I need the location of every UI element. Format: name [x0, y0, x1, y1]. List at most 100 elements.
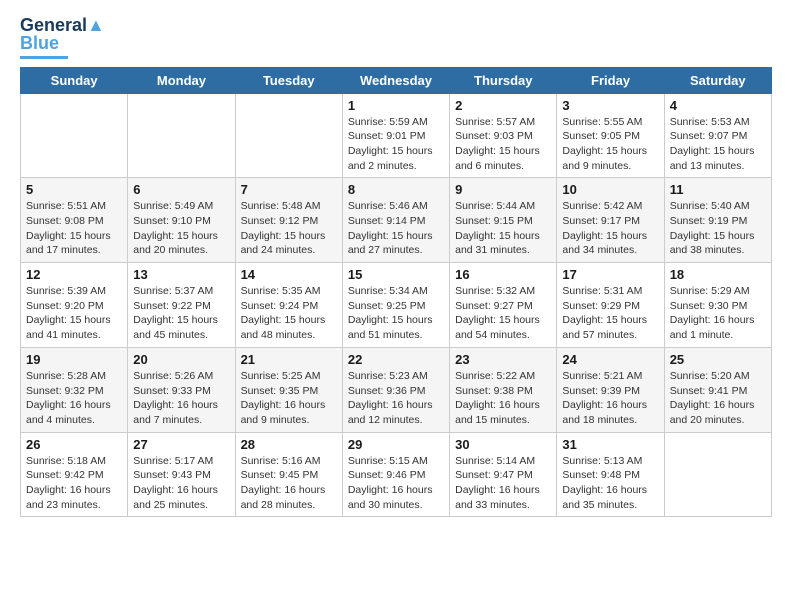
page: General▲ Blue SundayMondayTuesdayWednesd… — [0, 0, 792, 533]
calendar-cell: 23 Sunrise: 5:22 AM Sunset: 9:38 PM Dayli… — [450, 347, 557, 432]
calendar-cell — [664, 432, 771, 517]
calendar-cell: 8 Sunrise: 5:46 AM Sunset: 9:14 PM Daylig… — [342, 178, 449, 263]
calendar-header-row: SundayMondayTuesdayWednesdayThursdayFrid… — [21, 67, 772, 93]
day-of-week-header: Tuesday — [235, 67, 342, 93]
day-info: Sunrise: 5:18 AM Sunset: 9:42 PM Dayligh… — [26, 454, 122, 513]
day-number: 10 — [562, 182, 658, 197]
calendar-cell: 1 Sunrise: 5:59 AM Sunset: 9:01 PM Daylig… — [342, 93, 449, 178]
day-number: 6 — [133, 182, 229, 197]
day-number: 13 — [133, 267, 229, 282]
day-info: Sunrise: 5:26 AM Sunset: 9:33 PM Dayligh… — [133, 369, 229, 428]
day-number: 30 — [455, 437, 551, 452]
calendar-cell: 7Sunrise: 5:48 AM Sunset: 9:12 PM Daylig… — [235, 178, 342, 263]
day-info: Sunrise: 5:42 AM Sunset: 9:17 PM Dayligh… — [562, 199, 658, 258]
day-of-week-header: Wednesday — [342, 67, 449, 93]
calendar-cell: 29 Sunrise: 5:15 AM Sunset: 9:46 PM Dayli… — [342, 432, 449, 517]
day-info: Sunrise: 5:46 AM Sunset: 9:14 PM Dayligh… — [348, 199, 444, 258]
day-info: Sunrise: 5:20 AM Sunset: 9:41 PM Dayligh… — [670, 369, 766, 428]
calendar-cell — [235, 93, 342, 178]
calendar-week-row: 5 Sunrise: 5:51 AM Sunset: 9:08 PM Daylig… — [21, 178, 772, 263]
day-of-week-header: Monday — [128, 67, 235, 93]
day-number: 19 — [26, 352, 122, 367]
calendar-week-row: 12 Sunrise: 5:39 AM Sunset: 9:20 PM Dayli… — [21, 263, 772, 348]
calendar-cell — [21, 93, 128, 178]
day-number: 8 — [348, 182, 444, 197]
calendar-table: SundayMondayTuesdayWednesdayThursdayFrid… — [20, 67, 772, 518]
day-info: Sunrise: 5:31 AM Sunset: 9:29 PM Dayligh… — [562, 284, 658, 343]
day-info: Sunrise: 5:53 AM Sunset: 9:07 PM Dayligh… — [670, 115, 766, 174]
day-info: Sunrise: 5:23 AM Sunset: 9:36 PM Dayligh… — [348, 369, 444, 428]
day-number: 14 — [241, 267, 337, 282]
day-number: 12 — [26, 267, 122, 282]
calendar-cell: 15 Sunrise: 5:34 AM Sunset: 9:25 PM Dayli… — [342, 263, 449, 348]
day-info: Sunrise: 5:57 AM Sunset: 9:03 PM Dayligh… — [455, 115, 551, 174]
day-number: 20 — [133, 352, 229, 367]
logo-line — [20, 56, 68, 59]
day-info: Sunrise: 5:13 AM Sunset: 9:48 PM Dayligh… — [562, 454, 658, 513]
day-number: 7 — [241, 182, 337, 197]
calendar-cell: 19 Sunrise: 5:28 AM Sunset: 9:32 PM Dayli… — [21, 347, 128, 432]
day-info: Sunrise: 5:39 AM Sunset: 9:20 PM Dayligh… — [26, 284, 122, 343]
calendar-cell: 26 Sunrise: 5:18 AM Sunset: 9:42 PM Dayli… — [21, 432, 128, 517]
calendar-cell: 28 Sunrise: 5:16 AM Sunset: 9:45 PM Dayli… — [235, 432, 342, 517]
day-info: Sunrise: 5:59 AM Sunset: 9:01 PM Dayligh… — [348, 115, 444, 174]
calendar-cell: 5 Sunrise: 5:51 AM Sunset: 9:08 PM Daylig… — [21, 178, 128, 263]
day-of-week-header: Saturday — [664, 67, 771, 93]
day-info: Sunrise: 5:15 AM Sunset: 9:46 PM Dayligh… — [348, 454, 444, 513]
day-number: 22 — [348, 352, 444, 367]
day-info: Sunrise: 5:25 AM Sunset: 9:35 PM Dayligh… — [241, 369, 337, 428]
calendar-cell: 27 Sunrise: 5:17 AM Sunset: 9:43 PM Dayli… — [128, 432, 235, 517]
day-number: 29 — [348, 437, 444, 452]
day-number: 17 — [562, 267, 658, 282]
logo-text2: Blue — [20, 34, 59, 54]
day-info: Sunrise: 5:49 AM Sunset: 9:10 PM Dayligh… — [133, 199, 229, 258]
day-info: Sunrise: 5:51 AM Sunset: 9:08 PM Dayligh… — [26, 199, 122, 258]
day-number: 15 — [348, 267, 444, 282]
day-info: Sunrise: 5:22 AM Sunset: 9:38 PM Dayligh… — [455, 369, 551, 428]
calendar-cell: 10 Sunrise: 5:42 AM Sunset: 9:17 PM Dayli… — [557, 178, 664, 263]
calendar-week-row: 26 Sunrise: 5:18 AM Sunset: 9:42 PM Dayli… — [21, 432, 772, 517]
calendar-cell: 21 Sunrise: 5:25 AM Sunset: 9:35 PM Dayli… — [235, 347, 342, 432]
calendar-cell: 4 Sunrise: 5:53 AM Sunset: 9:07 PM Daylig… — [664, 93, 771, 178]
calendar-cell: 20 Sunrise: 5:26 AM Sunset: 9:33 PM Dayli… — [128, 347, 235, 432]
day-number: 16 — [455, 267, 551, 282]
day-info: Sunrise: 5:40 AM Sunset: 9:19 PM Dayligh… — [670, 199, 766, 258]
calendar-cell: 25 Sunrise: 5:20 AM Sunset: 9:41 PM Dayli… — [664, 347, 771, 432]
day-info: Sunrise: 5:14 AM Sunset: 9:47 PM Dayligh… — [455, 454, 551, 513]
calendar-cell: 17 Sunrise: 5:31 AM Sunset: 9:29 PM Dayli… — [557, 263, 664, 348]
day-number: 1 — [348, 98, 444, 113]
day-number: 25 — [670, 352, 766, 367]
day-number: 27 — [133, 437, 229, 452]
day-info: Sunrise: 5:16 AM Sunset: 9:45 PM Dayligh… — [241, 454, 337, 513]
day-number: 24 — [562, 352, 658, 367]
day-info: Sunrise: 5:44 AM Sunset: 9:15 PM Dayligh… — [455, 199, 551, 258]
calendar-cell: 9 Sunrise: 5:44 AM Sunset: 9:15 PM Daylig… — [450, 178, 557, 263]
calendar-cell: 14Sunrise: 5:35 AM Sunset: 9:24 PM Dayli… — [235, 263, 342, 348]
calendar-cell: 22 Sunrise: 5:23 AM Sunset: 9:36 PM Dayli… — [342, 347, 449, 432]
day-number: 28 — [241, 437, 337, 452]
day-number: 21 — [241, 352, 337, 367]
day-number: 4 — [670, 98, 766, 113]
day-number: 23 — [455, 352, 551, 367]
day-number: 18 — [670, 267, 766, 282]
logo: General▲ Blue — [20, 16, 105, 59]
day-number: 2 — [455, 98, 551, 113]
day-info: Sunrise: 5:17 AM Sunset: 9:43 PM Dayligh… — [133, 454, 229, 513]
day-number: 31 — [562, 437, 658, 452]
calendar-cell: 31 Sunrise: 5:13 AM Sunset: 9:48 PM Dayli… — [557, 432, 664, 517]
day-info: Sunrise: 5:32 AM Sunset: 9:27 PM Dayligh… — [455, 284, 551, 343]
day-info: Sunrise: 5:37 AM Sunset: 9:22 PM Dayligh… — [133, 284, 229, 343]
calendar-cell — [128, 93, 235, 178]
day-info: Sunrise: 5:28 AM Sunset: 9:32 PM Dayligh… — [26, 369, 122, 428]
day-number: 9 — [455, 182, 551, 197]
day-number: 3 — [562, 98, 658, 113]
calendar-cell: 11 Sunrise: 5:40 AM Sunset: 9:19 PM Dayli… — [664, 178, 771, 263]
day-number: 26 — [26, 437, 122, 452]
day-number: 11 — [670, 182, 766, 197]
day-info: Sunrise: 5:29 AM Sunset: 9:30 PM Dayligh… — [670, 284, 766, 343]
day-of-week-header: Friday — [557, 67, 664, 93]
day-number: 5 — [26, 182, 122, 197]
day-of-week-header: Thursday — [450, 67, 557, 93]
calendar-cell: 2 Sunrise: 5:57 AM Sunset: 9:03 PM Daylig… — [450, 93, 557, 178]
day-info: Sunrise: 5:34 AM Sunset: 9:25 PM Dayligh… — [348, 284, 444, 343]
